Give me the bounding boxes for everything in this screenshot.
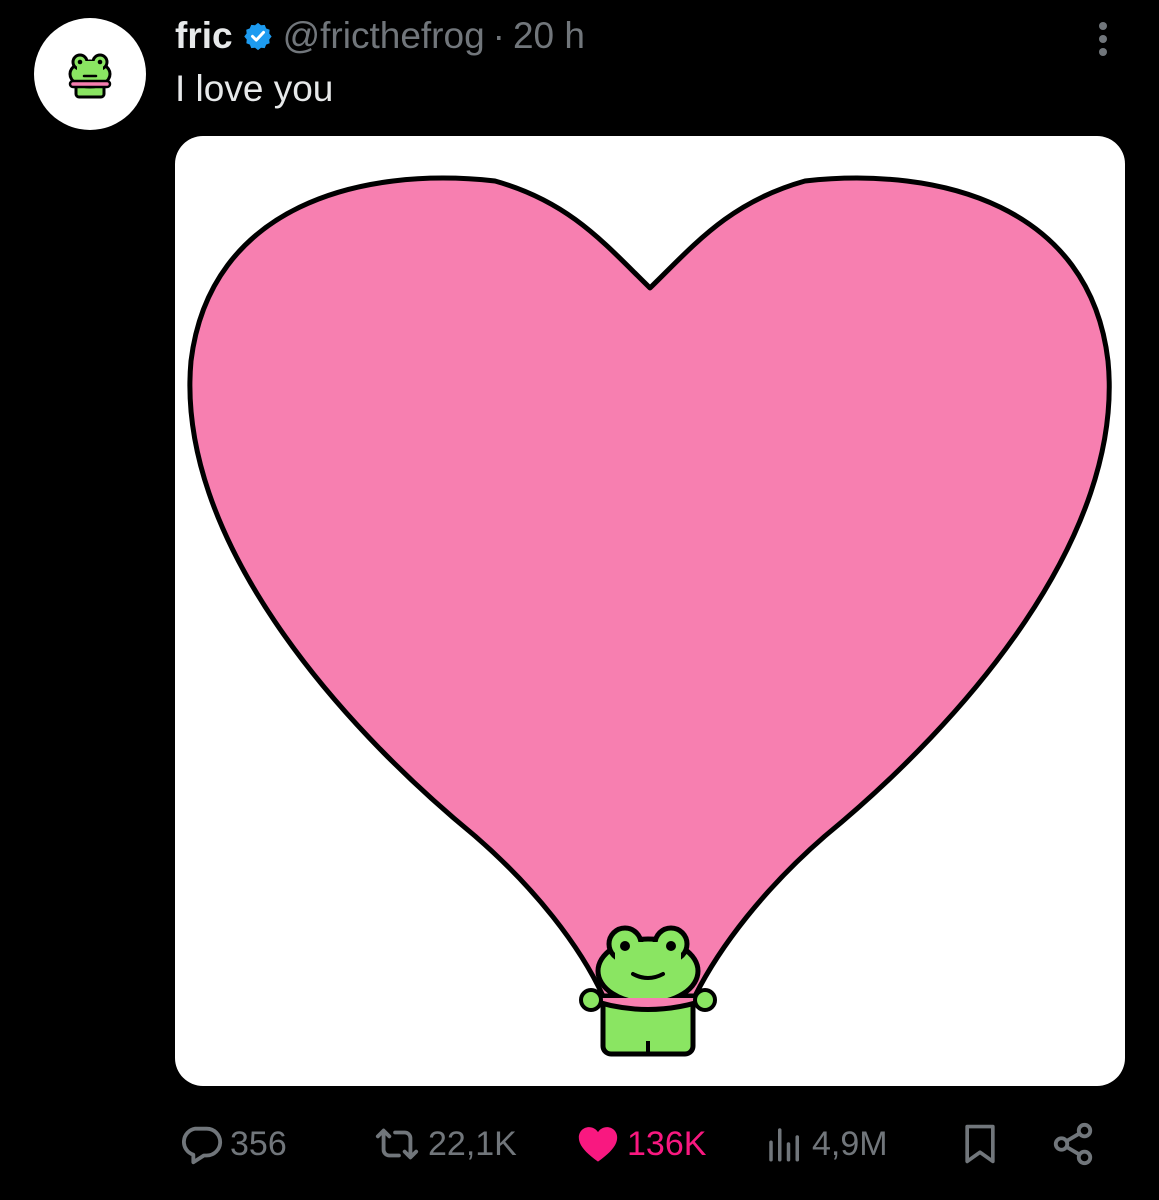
bookmark-button[interactable]	[958, 1112, 1002, 1176]
reply-count: 356	[230, 1124, 287, 1163]
post-media[interactable]	[175, 136, 1125, 1086]
reply-icon	[182, 1126, 223, 1165]
bookmark-icon	[965, 1124, 995, 1164]
post-header: fric @fricthefrog · 20 h	[175, 14, 585, 58]
views-count: 4,9M	[812, 1124, 888, 1163]
views-icon	[769, 1128, 799, 1162]
more-icon	[1099, 22, 1107, 56]
share-icon	[1053, 1122, 1093, 1166]
post-time[interactable]: 20 h	[513, 15, 585, 57]
verified-badge-icon[interactable]	[243, 21, 273, 51]
repost-count: 22,1K	[428, 1124, 517, 1163]
heart-frog-illustration	[187, 175, 1112, 1057]
like-count: 136K	[627, 1124, 707, 1163]
like-button[interactable]: 136K	[575, 1112, 706, 1176]
share-button[interactable]	[1050, 1112, 1096, 1176]
repost-icon	[375, 1128, 419, 1160]
views-button[interactable]: 4,9M	[764, 1112, 888, 1176]
more-options-button[interactable]	[1086, 18, 1120, 60]
post-text: I love you	[175, 68, 334, 109]
heart-icon	[578, 1127, 618, 1162]
frog-avatar-icon	[68, 53, 112, 99]
action-bar: 356 22,1K 136K 4,9M	[178, 1112, 1113, 1176]
reply-button[interactable]: 356	[178, 1112, 287, 1176]
author-handle[interactable]: @fricthefrog	[283, 15, 485, 57]
avatar[interactable]	[34, 18, 146, 130]
repost-button[interactable]: 22,1K	[372, 1112, 517, 1176]
author-name[interactable]: fric	[175, 15, 233, 57]
separator-dot: ·	[492, 15, 505, 56]
